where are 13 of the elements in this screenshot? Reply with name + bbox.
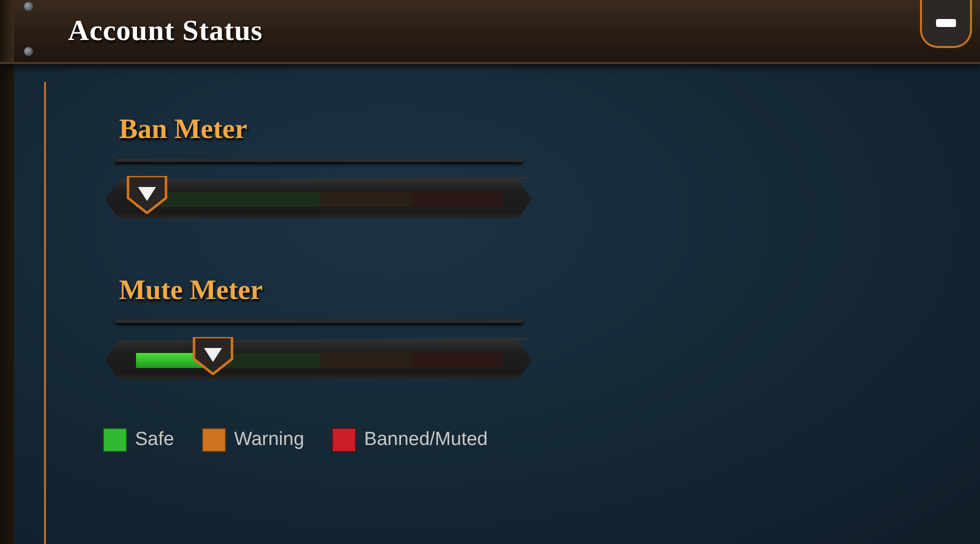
meter-thumb[interactable] bbox=[126, 176, 168, 214]
legend-label: Safe bbox=[135, 429, 174, 451]
legend-label: Warning bbox=[234, 429, 304, 451]
window-title: Account Status bbox=[68, 14, 263, 48]
rivet bbox=[24, 2, 33, 11]
meter-thumb[interactable] bbox=[192, 337, 234, 375]
rivet bbox=[24, 47, 33, 56]
meter-label: Mute Meter bbox=[119, 275, 264, 308]
minimize-button[interactable] bbox=[920, 0, 972, 48]
minimize-icon bbox=[936, 19, 956, 27]
legend-label: Banned/Muted bbox=[364, 429, 488, 451]
window-frame bbox=[0, 0, 14, 62]
meter-label: Ban Meter bbox=[119, 114, 248, 147]
